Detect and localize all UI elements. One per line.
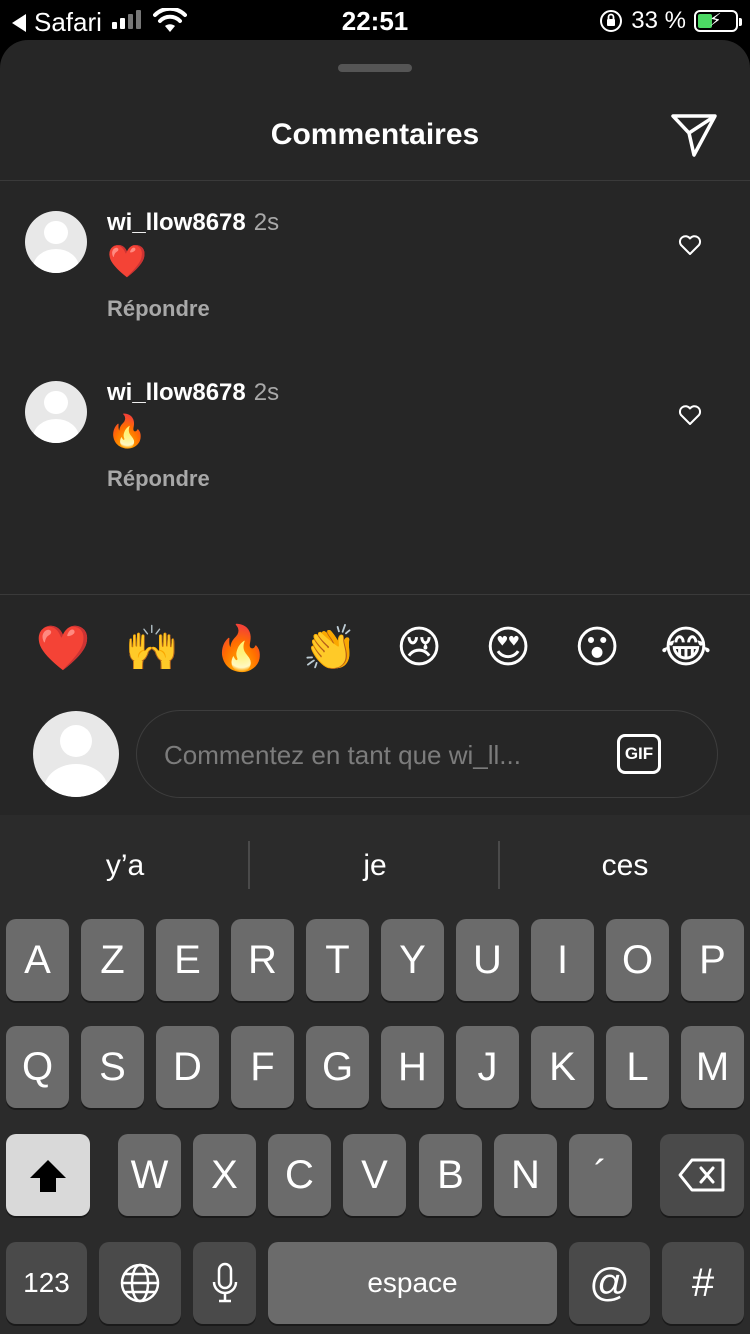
hash-key[interactable]: # <box>662 1242 744 1324</box>
key-q[interactable]: Q <box>6 1026 69 1108</box>
comment-text: ❤️ <box>107 243 147 279</box>
reaction-heart-eyes[interactable]: 😍 <box>478 622 538 673</box>
key-l[interactable]: L <box>606 1026 669 1108</box>
reactions-divider <box>0 594 750 595</box>
avatar[interactable] <box>25 381 87 443</box>
key-s[interactable]: S <box>81 1026 144 1108</box>
comment-input-placeholder: Commentez en tant que wi_ll... <box>164 740 521 770</box>
quick-reactions-bar: ❤️ 🙌 🔥 👏 😢 😍 😮 😂 <box>0 622 750 682</box>
shift-arrow-icon <box>30 1160 66 1192</box>
suggestion-1[interactable]: y’a <box>0 849 250 883</box>
suggestion-3[interactable]: ces <box>500 849 750 883</box>
status-bar: Safari 22:51 33 % ⚡ <box>0 0 750 40</box>
comment-item: wi_llow8678 2s ❤️ Répondre <box>0 208 750 348</box>
suggestion-2[interactable]: je <box>250 849 500 883</box>
comment-input[interactable]: Commentez en tant que wi_ll... GIF <box>136 710 718 798</box>
reaction-heart[interactable]: ❤️ <box>33 622 93 674</box>
key-h[interactable]: H <box>381 1026 444 1108</box>
key-x[interactable]: X <box>193 1134 256 1216</box>
numbers-key[interactable]: 123 <box>6 1242 87 1324</box>
avatar[interactable] <box>25 211 87 273</box>
microphone-icon <box>212 1262 237 1303</box>
keyboard: y’a je ces A Z E R T Y U I O P Q S D F G… <box>0 815 750 1334</box>
reaction-crying[interactable]: 😢 <box>389 622 449 673</box>
comments-sheet: Commentaires wi_llow8678 2s ❤️ Répondre w… <box>0 40 750 815</box>
key-y[interactable]: Y <box>381 919 444 1001</box>
reply-button[interactable]: Répondre <box>107 296 210 322</box>
key-m[interactable]: M <box>681 1026 744 1108</box>
key-o[interactable]: O <box>606 919 669 1001</box>
key-u[interactable]: U <box>456 919 519 1001</box>
key-p[interactable]: P <box>681 919 744 1001</box>
reaction-fire[interactable]: 🔥 <box>211 622 271 674</box>
key-z[interactable]: Z <box>81 919 144 1001</box>
delete-key[interactable] <box>660 1134 744 1216</box>
reaction-surprised[interactable]: 😮 <box>567 622 627 673</box>
key-k[interactable]: K <box>531 1026 594 1108</box>
comment-username[interactable]: wi_llow8678 <box>107 379 246 406</box>
comment-text: 🔥 <box>107 413 147 449</box>
key-a[interactable]: A <box>6 919 69 1001</box>
comment-time: 2s <box>253 379 280 406</box>
key-i[interactable]: I <box>531 919 594 1001</box>
key-t[interactable]: T <box>306 919 369 1001</box>
orientation-lock-icon <box>600 10 623 32</box>
reply-button[interactable]: Répondre <box>107 466 210 492</box>
battery-charging-icon: ⚡ <box>694 10 742 32</box>
sheet-title: Commentaires <box>270 118 480 151</box>
header-divider <box>0 180 750 181</box>
key-j[interactable]: J <box>456 1026 519 1108</box>
reaction-clap[interactable]: 👏 <box>300 622 360 674</box>
key-g[interactable]: G <box>306 1026 369 1108</box>
shift-key[interactable] <box>6 1134 90 1216</box>
backspace-icon <box>678 1158 725 1192</box>
comment-time: 2s <box>253 209 280 236</box>
battery-percent: 33 % <box>631 7 686 34</box>
send-icon[interactable] <box>670 112 718 158</box>
comment-author[interactable]: wi_llow8678 2s <box>107 379 279 407</box>
reaction-raised-hands[interactable]: 🙌 <box>122 622 182 674</box>
key-f[interactable]: F <box>231 1026 294 1108</box>
key-d[interactable]: D <box>156 1026 219 1108</box>
key-b[interactable]: B <box>419 1134 482 1216</box>
key-c[interactable]: C <box>268 1134 331 1216</box>
key-n[interactable]: N <box>494 1134 557 1216</box>
key-r[interactable]: R <box>231 919 294 1001</box>
gif-button[interactable]: GIF <box>617 734 661 774</box>
comment-author[interactable]: wi_llow8678 2s <box>107 209 279 237</box>
globe-icon <box>120 1263 160 1303</box>
like-heart-icon[interactable] <box>678 234 702 256</box>
own-avatar <box>33 711 119 797</box>
key-v[interactable]: V <box>343 1134 406 1216</box>
comment-item: wi_llow8678 2s 🔥 Répondre <box>0 378 750 518</box>
key-w[interactable]: W <box>118 1134 181 1216</box>
like-heart-icon[interactable] <box>678 404 702 426</box>
globe-key[interactable] <box>99 1242 181 1324</box>
at-key[interactable]: @ <box>569 1242 650 1324</box>
space-key[interactable]: espace <box>268 1242 557 1324</box>
key-acute-accent[interactable]: ´ <box>569 1134 632 1216</box>
dictation-key[interactable] <box>193 1242 256 1324</box>
comment-username[interactable]: wi_llow8678 <box>107 209 246 236</box>
predictive-bar: y’a je ces <box>0 815 750 913</box>
sheet-grabber[interactable] <box>338 64 412 72</box>
key-e[interactable]: E <box>156 919 219 1001</box>
reaction-laughing[interactable]: 😂 <box>656 622 716 673</box>
